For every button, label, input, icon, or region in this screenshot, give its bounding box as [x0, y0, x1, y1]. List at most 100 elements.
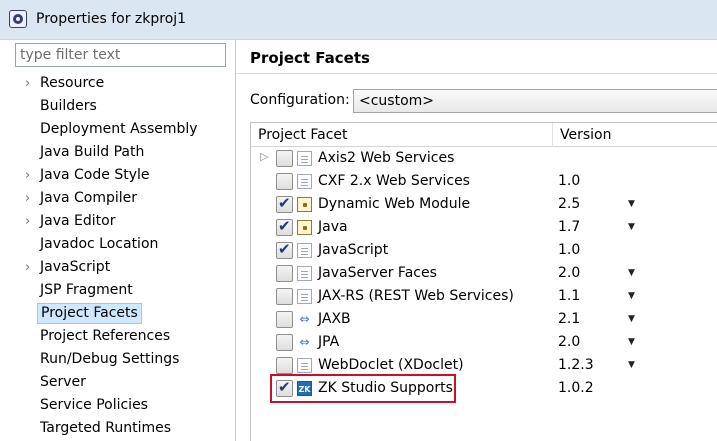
doc-icon [297, 266, 312, 281]
table-row[interactable]: Java 1.7 ▼ [251, 216, 717, 239]
facet-name: Axis2 Web Services [318, 150, 455, 166]
sidebar-item-label: JavaScript [40, 259, 111, 275]
facet-version: 1.0 [558, 173, 581, 189]
expand-arrow-icon[interactable]: › [25, 210, 30, 233]
sidebar-item-java-code-style[interactable]: › Java Code Style [0, 164, 236, 187]
facet-version[interactable]: 2.5 [558, 193, 580, 216]
version-dropdown-icon[interactable]: ▼ [628, 262, 635, 285]
version-dropdown-icon[interactable]: ▼ [628, 193, 635, 216]
facet-version[interactable]: 2.0 [558, 262, 580, 285]
sidebar-item-label: Java Build Path [40, 144, 145, 160]
facet-name: JPA [318, 334, 340, 350]
facet-name: CXF 2.x Web Services [318, 173, 470, 189]
table-row[interactable]: JAX-RS (REST Web Services) 1.1 ▼ [251, 285, 717, 308]
facet-name: Java [318, 219, 348, 235]
expand-arrow-icon[interactable]: › [25, 72, 30, 95]
sidebar-item-server[interactable]: Server [0, 371, 236, 394]
facet-checkbox[interactable] [276, 334, 293, 351]
sidebar-item-label: Targeted Runtimes [40, 420, 172, 436]
version-dropdown-icon[interactable]: ▼ [628, 354, 635, 377]
doc-icon [297, 358, 312, 373]
sidebar-item-java-compiler[interactable]: › Java Compiler [0, 187, 236, 210]
facet-version[interactable]: 1.2.3 [558, 354, 594, 377]
sidebar-item-resource[interactable]: › Resource [0, 72, 236, 95]
facet-checkbox[interactable] [276, 288, 293, 305]
sidebar-item-label: Resource [40, 75, 105, 91]
page-header: Project Facets [237, 40, 717, 74]
facet-version: 1.0.2 [558, 380, 594, 396]
facet-version[interactable]: 2.0 [558, 331, 580, 354]
facet-checkbox[interactable] [276, 194, 293, 213]
sidebar-item-label: Project Facets [37, 303, 142, 324]
arrows-icon: ⇔ [299, 312, 310, 326]
facet-name: JavaScript [318, 242, 389, 258]
sidebar-item-java-editor[interactable]: › Java Editor [0, 210, 236, 233]
sidebar-item-javascript[interactable]: › JavaScript [0, 256, 236, 279]
sidebar-item-project-references[interactable]: Project References [0, 325, 236, 348]
sidebar-item-service-policies[interactable]: Service Policies [0, 394, 236, 417]
expand-arrow-icon[interactable]: ▷ [260, 150, 268, 163]
doc-icon [297, 151, 312, 166]
sidebar-item-label: Java Editor [40, 213, 116, 229]
doc-icon [297, 243, 312, 258]
facet-checkbox[interactable] [276, 240, 293, 259]
sidebar-item-project-facets[interactable]: Project Facets [0, 302, 236, 325]
sidebar-item-label: Builders [40, 98, 97, 114]
lock-icon [297, 220, 312, 235]
sidebar-item-label: Java Compiler [40, 190, 138, 206]
facet-version[interactable]: 1.1 [558, 285, 580, 308]
filter-input[interactable] [15, 43, 226, 67]
table-row[interactable]: CXF 2.x Web Services 1.0 [251, 170, 717, 193]
facet-checkbox[interactable] [276, 150, 293, 167]
expand-arrow-icon[interactable]: › [25, 187, 30, 210]
column-header-facet[interactable]: Project Facet [251, 123, 553, 147]
property-tree: › Resource Builders Deployment Assembly Java… [0, 72, 236, 440]
sidebar-item-label: Server [40, 374, 86, 390]
sidebar-item-javadoc-location[interactable]: Javadoc Location [0, 233, 236, 256]
table-row[interactable]: ⇔ JAXB 2.1 ▼ [251, 308, 717, 331]
sidebar-item-run-debug-settings[interactable]: Run/Debug Settings [0, 348, 236, 371]
left-panel: › Resource Builders Deployment Assembly Java… [0, 40, 236, 441]
table-row[interactable]: JavaServer Faces 2.0 ▼ [251, 262, 717, 285]
sidebar-item-label: Deployment Assembly [40, 121, 198, 137]
sidebar-item-builders[interactable]: Builders [0, 95, 236, 118]
sidebar-item-java-build-path[interactable]: Java Build Path [0, 141, 236, 164]
facet-version[interactable]: 1.7 [558, 216, 580, 239]
table-row[interactable]: ▷ Axis2 Web Services [251, 147, 717, 170]
facet-name: JAXB [318, 311, 351, 327]
table-row[interactable]: Dynamic Web Module 2.5 ▼ [251, 193, 717, 216]
facet-rows: ▷ Axis2 Web Services CXF 2.x Web Services 1… [251, 147, 717, 400]
table-row[interactable]: JavaScript 1.0 [251, 239, 717, 262]
table-row[interactable]: ⇔ JPA 2.0 ▼ [251, 331, 717, 354]
expand-arrow-icon[interactable]: › [25, 164, 30, 187]
facet-checkbox[interactable] [276, 265, 293, 282]
version-dropdown-icon[interactable]: ▼ [628, 331, 635, 354]
facet-name: JAX-RS (REST Web Services) [318, 288, 514, 304]
facet-checkbox[interactable] [276, 173, 293, 190]
version-dropdown-icon[interactable]: ▼ [628, 285, 635, 308]
facet-version: 1.0 [558, 242, 581, 258]
configuration-row: Configuration: <custom> [250, 89, 717, 113]
sidebar-item-deployment-assembly[interactable]: Deployment Assembly [0, 118, 236, 141]
arrows-icon: ⇔ [299, 335, 310, 349]
column-header-version[interactable]: Version [553, 123, 717, 147]
facet-name: JavaServer Faces [318, 265, 437, 281]
sidebar-item-jsp-fragment[interactable]: JSP Fragment [0, 279, 236, 302]
version-dropdown-icon[interactable]: ▼ [628, 308, 635, 331]
facet-name: Dynamic Web Module [318, 196, 471, 212]
window-title: Properties for zkproj1 [36, 11, 187, 27]
configuration-label: Configuration: [250, 92, 350, 108]
facet-version[interactable]: 2.1 [558, 308, 580, 331]
expand-arrow-icon[interactable]: › [25, 256, 30, 279]
facet-checkbox[interactable] [276, 311, 293, 328]
sidebar-item-label: Java Code Style [40, 167, 150, 183]
facet-checkbox[interactable] [276, 357, 293, 374]
facet-checkbox[interactable] [276, 217, 293, 236]
sidebar-item-label: Project References [40, 328, 171, 344]
highlight-annotation-box [270, 374, 456, 403]
version-dropdown-icon[interactable]: ▼ [628, 216, 635, 239]
sidebar-item-targeted-runtimes[interactable]: Targeted Runtimes [0, 417, 236, 440]
configuration-select[interactable]: <custom> [353, 89, 717, 113]
doc-icon [297, 174, 312, 189]
title-bar: Properties for zkproj1 [0, 0, 717, 40]
